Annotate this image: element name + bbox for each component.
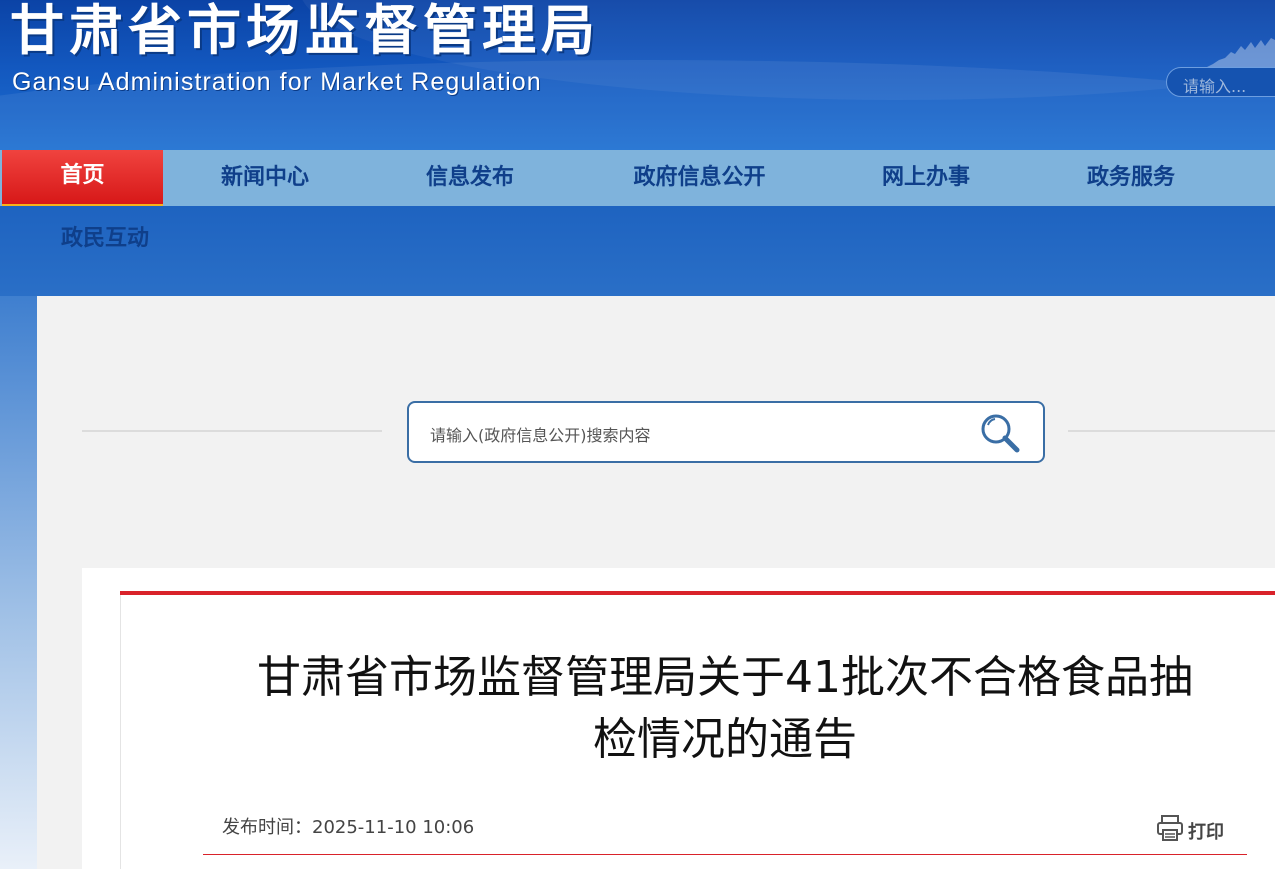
article-border bbox=[120, 595, 121, 869]
meta-divider bbox=[203, 854, 1247, 855]
publish-time: 2025-11-10 10:06 bbox=[312, 817, 475, 838]
side-gradient bbox=[0, 296, 37, 869]
nav-item-gov-info-disclosure[interactable]: 政府信息公开 bbox=[612, 150, 787, 206]
article-title: 甘肃省市场监督管理局关于41批次不合格食品抽 检情况的通告 bbox=[210, 647, 1240, 771]
nav-item-news-center[interactable]: 新闻中心 bbox=[185, 150, 345, 206]
main-nav: 首页 新闻中心 信息发布 政府信息公开 网上办事 政务服务 bbox=[0, 150, 1275, 207]
header-banner: 甘肃省市场监督管理局 Gansu Administration for Mark… bbox=[0, 0, 1275, 150]
divider-line bbox=[82, 430, 382, 432]
nav-item-home[interactable]: 首页 bbox=[2, 150, 163, 207]
divider-line bbox=[1068, 430, 1275, 432]
site-title: 甘肃省市场监督管理局 bbox=[10, 0, 600, 62]
nav-item-online-services[interactable]: 网上办事 bbox=[846, 150, 1006, 206]
print-label: 打印 bbox=[1188, 822, 1224, 843]
publish-info: 发布时间：2025-11-10 10:06 bbox=[222, 813, 474, 839]
publish-label: 发布时间： bbox=[222, 817, 312, 838]
nav-second-row: 政民互动 bbox=[0, 206, 1275, 296]
nav-item-public-interaction[interactable]: 政民互动 bbox=[61, 220, 149, 252]
gov-info-search-input[interactable]: 请输入(政府信息公开)搜索内容 bbox=[407, 401, 1045, 463]
nav-item-info-release[interactable]: 信息发布 bbox=[390, 150, 550, 206]
header-search-placeholder: 请输入... bbox=[1183, 77, 1247, 96]
nav-item-gov-services[interactable]: 政务服务 bbox=[1051, 150, 1211, 206]
article-title-line: 甘肃省市场监督管理局关于41批次不合格食品抽 bbox=[257, 652, 1193, 703]
skyline-icon bbox=[1205, 38, 1275, 70]
search-icon[interactable] bbox=[978, 411, 1024, 457]
article-top-bar bbox=[120, 591, 1275, 595]
article-title-line: 检情况的通告 bbox=[593, 714, 857, 765]
header-search-input[interactable]: 请输入... bbox=[1166, 67, 1275, 97]
site-subtitle: Gansu Administration for Market Regulati… bbox=[12, 68, 542, 96]
printer-icon bbox=[1157, 815, 1183, 841]
search-placeholder: 请输入(政府信息公开)搜索内容 bbox=[430, 426, 651, 445]
